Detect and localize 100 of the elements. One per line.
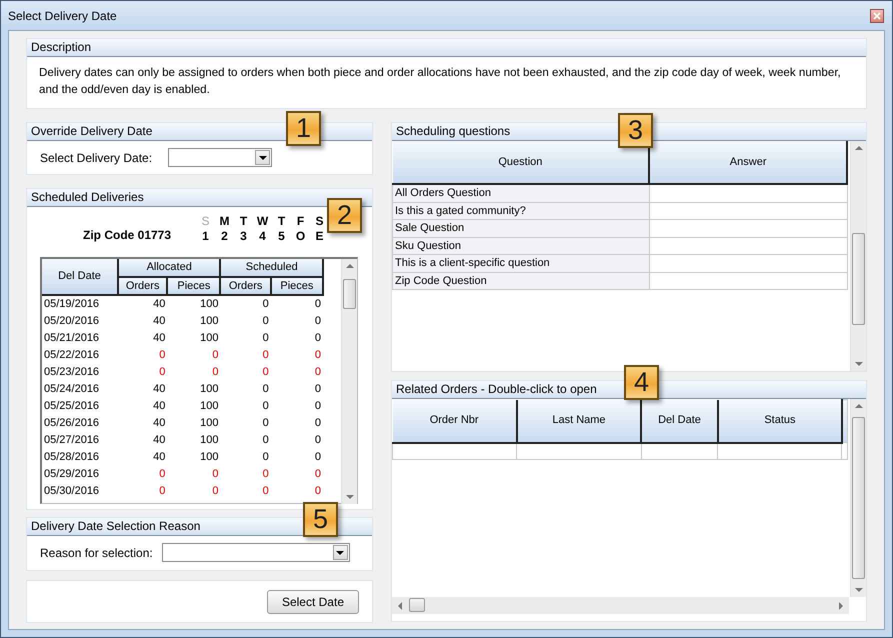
number-cell-text: 0 [262, 314, 270, 329]
number-cell-text: 0 [211, 466, 220, 482]
number-cell-text: 100 [199, 314, 220, 329]
weekday-code: 5 [277, 229, 286, 244]
answer-cell[interactable] [649, 237, 847, 254]
column-header: Status [718, 400, 842, 442]
select-date-button[interactable]: Select Date [266, 590, 359, 614]
vertical-scrollbar[interactable] [341, 259, 357, 504]
weekday-code: 1 [201, 229, 210, 244]
answer-cell[interactable] [649, 254, 847, 272]
weekday-code: O [294, 229, 306, 244]
number-cell-text: 40 [152, 432, 166, 448]
question-cell: Zip Code Question [392, 272, 650, 290]
weekday-code: 2 [220, 229, 229, 244]
field-label: Select Delivery Date: [40, 150, 152, 166]
column-header: Order Nbr [392, 400, 517, 442]
number-cell-text: 0 [314, 416, 322, 431]
number-cell-text: 40 [152, 314, 166, 329]
date-cell-text: 05/20/2016 [43, 314, 100, 329]
column-header: Last Name [516, 400, 642, 442]
number-cell-text: 0 [314, 382, 322, 397]
weekday-letter: W [256, 214, 270, 229]
question-cell: Is this a gated community? [392, 202, 650, 220]
number-cell: 0 [220, 295, 271, 312]
dropdown-field[interactable] [162, 543, 350, 562]
number-cell-text: 0 [262, 330, 270, 346]
zip-code-label: Zip Code 01773 [83, 227, 172, 244]
weekday-letter: F [296, 214, 306, 229]
close-button[interactable] [870, 8, 884, 22]
number-cell-text: 0 [262, 398, 270, 414]
number-cell-text: 100 [199, 416, 220, 431]
close-icon [873, 12, 881, 20]
callout-badge: 1 [286, 111, 321, 146]
number-cell-text: 0 [262, 382, 270, 397]
date-cell-text: 05/28/2016 [43, 450, 100, 465]
number-cell-text: 0 [262, 364, 270, 380]
horizontal-scrollbar[interactable] [392, 597, 849, 614]
number-cell-text: 0 [314, 432, 322, 448]
number-cell: 40 [118, 295, 168, 312]
weekday-letter: S [314, 214, 324, 229]
date-cell-text: 05/25/2016 [43, 398, 100, 414]
number-cell-text: 0 [314, 364, 322, 380]
number-cell-text: 0 [314, 484, 322, 499]
number-cell-text: 0 [158, 484, 166, 499]
callout-badge: 3 [618, 113, 653, 148]
number-cell-text: 100 [199, 398, 220, 414]
field-label: Reason for selection: [40, 544, 153, 562]
weekday-code: E [314, 229, 324, 244]
panel-title: Description [27, 39, 866, 57]
number-cell-text: 0 [314, 314, 322, 329]
number-cell-text: 0 [314, 466, 322, 482]
number-cell-text: 100 [199, 382, 220, 397]
column-header: Allocated [118, 259, 220, 276]
date-cell-text: 05/26/2016 [43, 416, 100, 431]
date-cell-text: 05/22/2016 [43, 348, 100, 363]
number-cell-text: 0 [262, 466, 270, 482]
number-cell-text: 0 [158, 466, 166, 482]
number-cell-text: 100 [199, 432, 220, 448]
callout-badge: 5 [303, 502, 338, 537]
date-cell-text: 05/30/2016 [43, 484, 100, 499]
question-cell: All Orders Question [392, 184, 650, 202]
answer-cell[interactable] [649, 272, 847, 290]
answer-cell[interactable] [649, 184, 847, 202]
date-cell-text: 05/23/2016 [43, 364, 100, 380]
number-cell-text: 40 [152, 450, 166, 465]
date-cell-text: 05/24/2016 [43, 382, 100, 397]
callout-badge: 2 [327, 198, 362, 233]
number-cell-text: 0 [314, 330, 322, 346]
number-cell-text: 40 [152, 398, 166, 414]
weekday-letter: T [276, 214, 286, 229]
callout-badge: 4 [624, 365, 659, 400]
number-cell-text: 0 [158, 348, 166, 363]
number-cell-text: 0 [211, 364, 220, 380]
weekday-letter: M [218, 214, 230, 229]
weekday-code: 3 [239, 229, 248, 244]
date-cell: 05/19/2016 [42, 295, 118, 312]
column-header: Scheduled [220, 259, 323, 276]
answer-cell[interactable] [649, 220, 847, 237]
number-cell-text: 0 [314, 450, 322, 465]
number-cell: 100 [167, 295, 220, 312]
number-cell-text: 0 [158, 364, 166, 380]
answer-cell[interactable] [649, 202, 847, 220]
number-cell-text: 40 [152, 330, 166, 346]
question-cell: This is a client-specific question [392, 254, 650, 272]
number-cell-text: 0 [262, 484, 270, 499]
dropdown-field[interactable] [168, 148, 272, 167]
window-title: Select Delivery Date [8, 8, 117, 24]
description-text: Delivery dates can only be assigned to orders when both piece and order allocations have not been exhausted, and the zip code day of week, week number, and the odd/even day is enabled. [38, 65, 842, 98]
weekday-code: 4 [258, 229, 267, 244]
weekday-letter: T [238, 214, 248, 229]
date-cell-text: 05/21/2016 [43, 330, 100, 346]
number-cell-text: 0 [262, 432, 270, 448]
vertical-scrollbar[interactable] [850, 141, 866, 371]
date-cell-text: 05/27/2016 [43, 432, 100, 448]
vertical-scrollbar[interactable] [850, 399, 866, 597]
column-header: Answer [649, 141, 847, 184]
number-cell-text: 0 [211, 484, 220, 499]
number-cell-text: 100 [199, 330, 220, 346]
number-cell-text: 100 [199, 450, 220, 465]
number-cell-text: 0 [314, 398, 322, 414]
